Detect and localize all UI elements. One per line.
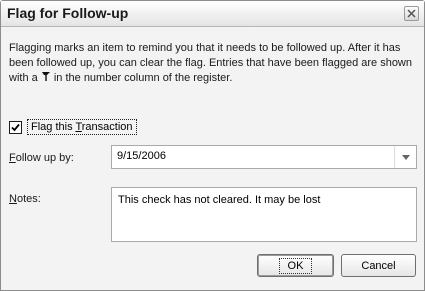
close-icon: [407, 9, 416, 18]
flag-transaction-row: Flag this Transaction: [9, 118, 137, 136]
follow-up-date-field[interactable]: 9/15/2006: [111, 145, 417, 169]
notes-label: Notes:: [9, 193, 41, 205]
ok-button[interactable]: OK: [257, 254, 334, 277]
close-button[interactable]: [404, 6, 419, 21]
title-bar[interactable]: Flag for Follow-up: [1, 1, 424, 27]
notes-textarea[interactable]: This check has not cleared. It may be lo…: [111, 187, 417, 242]
checkmark-icon: [11, 123, 20, 131]
follow-up-label: Follow up by:: [9, 152, 74, 164]
notes-value: This check has not cleared. It may be lo…: [118, 194, 321, 206]
description-text: Flagging marks an item to remind you tha…: [9, 41, 419, 86]
follow-up-date-value: 9/15/2006: [117, 150, 166, 162]
dialog-title: Flag for Follow-up: [7, 5, 129, 21]
flag-icon: [41, 72, 50, 81]
flag-follow-up-dialog: Flag for Follow-up Flagging marks an ite…: [0, 0, 425, 291]
flag-transaction-checkbox[interactable]: [9, 120, 22, 134]
cancel-button[interactable]: Cancel: [341, 254, 416, 277]
flag-transaction-label[interactable]: Flag this Transaction: [27, 119, 137, 135]
ok-button-label: OK: [278, 257, 313, 274]
date-dropdown-button[interactable]: [394, 146, 416, 168]
cancel-button-label: Cancel: [361, 259, 396, 272]
description-part-2: in the number column of the register.: [50, 72, 233, 84]
chevron-down-icon: [401, 154, 410, 160]
